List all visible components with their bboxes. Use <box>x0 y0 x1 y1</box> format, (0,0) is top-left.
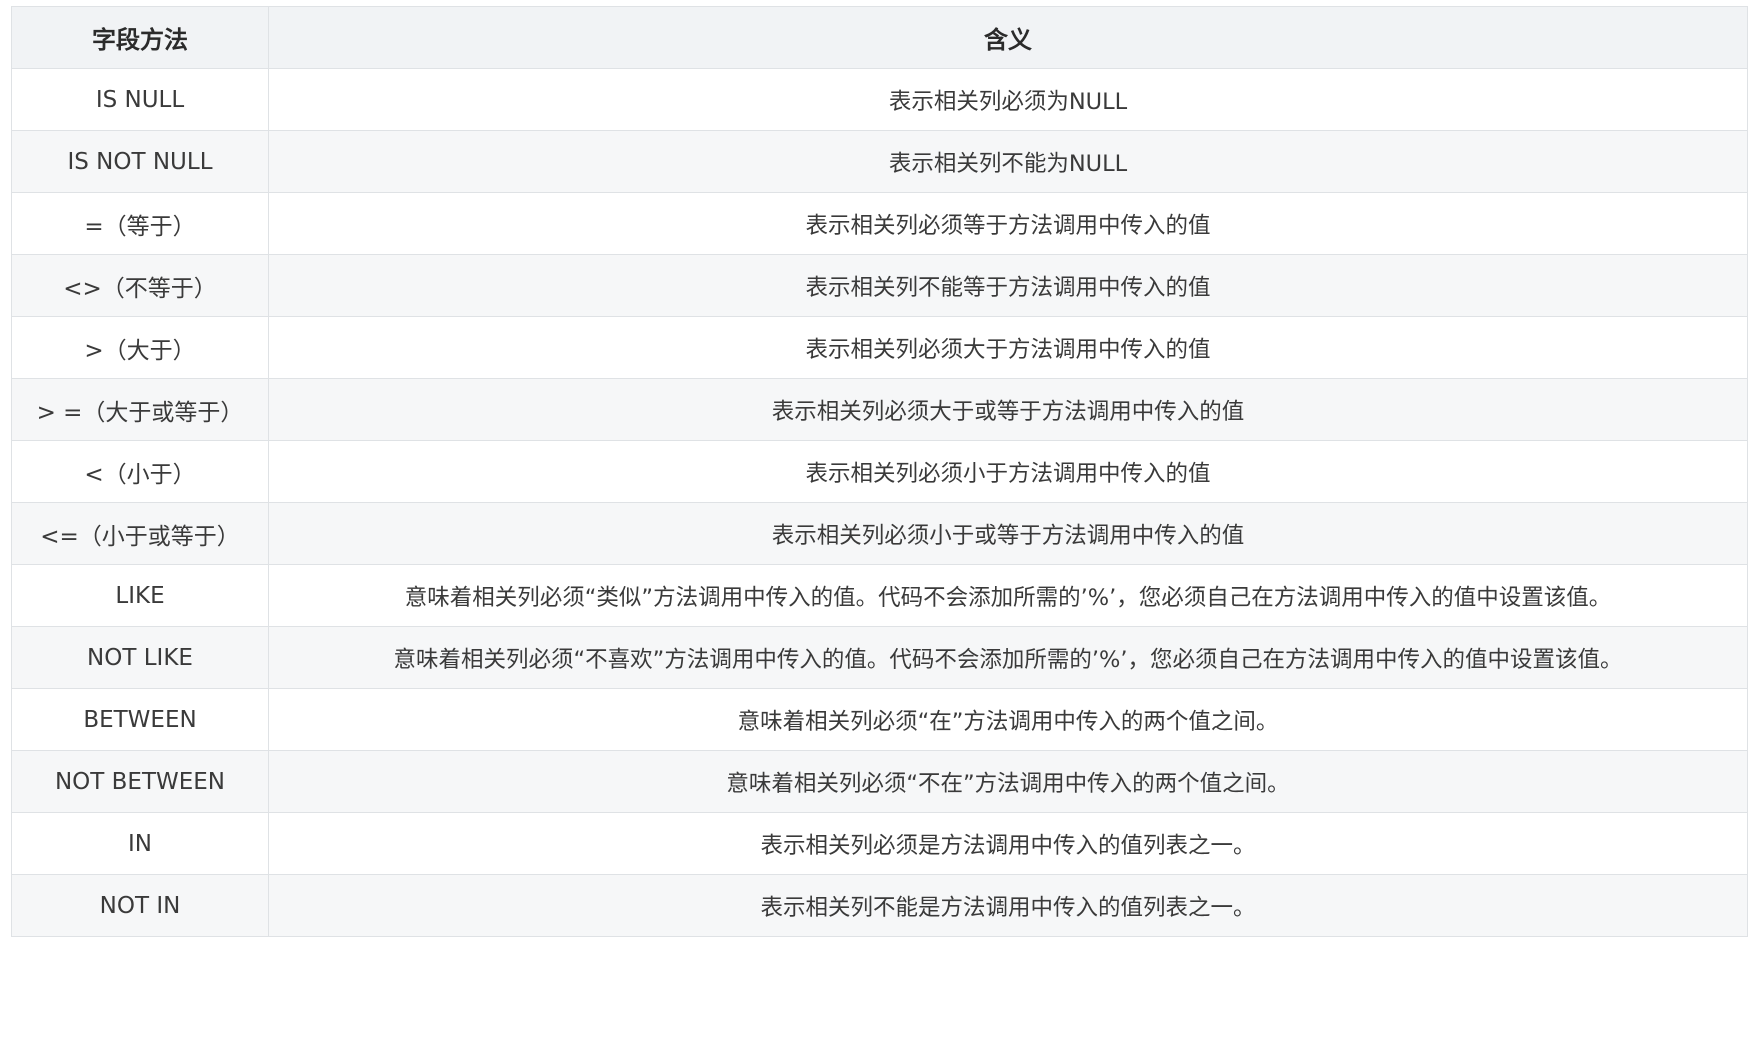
method-cell: <>（不等于） <box>11 254 269 317</box>
table-header: 字段方法 含义 <box>11 6 1748 69</box>
table-row: <>（不等于） 表示相关列不能等于方法调用中传入的值 <box>11 254 1748 317</box>
meaning-cell: 意味着相关列必须“类似”方法调用中传入的值。代码不会添加所需的’%’，您必须自己… <box>268 564 1748 627</box>
meaning-cell: 表示相关列必须大于或等于方法调用中传入的值 <box>268 378 1748 441</box>
meaning-cell: 表示相关列不能等于方法调用中传入的值 <box>268 254 1748 317</box>
method-cell: > =（大于或等于） <box>11 378 269 441</box>
table-row: NOT LIKE 意味着相关列必须“不喜欢”方法调用中传入的值。代码不会添加所需… <box>11 626 1748 689</box>
method-cell: IS NOT NULL <box>11 130 269 193</box>
meaning-cell: 表示相关列必须等于方法调用中传入的值 <box>268 192 1748 255</box>
table-row: NOT BETWEEN 意味着相关列必须“不在”方法调用中传入的两个值之间。 <box>11 750 1748 813</box>
meaning-cell: 表示相关列必须为NULL <box>268 68 1748 131</box>
method-cell: IN <box>11 812 269 875</box>
method-cell: <=（小于或等于） <box>11 502 269 565</box>
meaning-cell: 表示相关列必须小于或等于方法调用中传入的值 <box>268 502 1748 565</box>
meaning-cell: 意味着相关列必须“不在”方法调用中传入的两个值之间。 <box>268 750 1748 813</box>
header-row: 字段方法 含义 <box>11 6 1748 69</box>
table-row: <（小于） 表示相关列必须小于方法调用中传入的值 <box>11 440 1748 503</box>
table-row: <=（小于或等于） 表示相关列必须小于或等于方法调用中传入的值 <box>11 502 1748 565</box>
table-row: BETWEEN 意味着相关列必须“在”方法调用中传入的两个值之间。 <box>11 688 1748 751</box>
method-cell: NOT BETWEEN <box>11 750 269 813</box>
table-row: NOT IN 表示相关列不能是方法调用中传入的值列表之一。 <box>11 874 1748 937</box>
meaning-cell: 表示相关列不能为NULL <box>268 130 1748 193</box>
method-cell: =（等于） <box>11 192 269 255</box>
meaning-cell: 表示相关列必须大于方法调用中传入的值 <box>268 316 1748 379</box>
header-meaning: 含义 <box>268 6 1748 69</box>
methods-table: 字段方法 含义 IS NULL 表示相关列必须为NULL IS NOT NULL… <box>11 6 1748 937</box>
table-row: IS NULL 表示相关列必须为NULL <box>11 68 1748 131</box>
meaning-cell: 表示相关列必须小于方法调用中传入的值 <box>268 440 1748 503</box>
table-row: > =（大于或等于） 表示相关列必须大于或等于方法调用中传入的值 <box>11 378 1748 441</box>
method-cell: LIKE <box>11 564 269 627</box>
table-row: IN 表示相关列必须是方法调用中传入的值列表之一。 <box>11 812 1748 875</box>
methods-table-container: 字段方法 含义 IS NULL 表示相关列必须为NULL IS NOT NULL… <box>11 6 1748 937</box>
method-cell: <（小于） <box>11 440 269 503</box>
method-cell: NOT LIKE <box>11 626 269 689</box>
method-cell: NOT IN <box>11 874 269 937</box>
table-row: =（等于） 表示相关列必须等于方法调用中传入的值 <box>11 192 1748 255</box>
meaning-cell: 意味着相关列必须“不喜欢”方法调用中传入的值。代码不会添加所需的’%’，您必须自… <box>268 626 1748 689</box>
table-row: IS NOT NULL 表示相关列不能为NULL <box>11 130 1748 193</box>
method-cell: BETWEEN <box>11 688 269 751</box>
header-field-method: 字段方法 <box>11 6 269 69</box>
meaning-cell: 表示相关列必须是方法调用中传入的值列表之一。 <box>268 812 1748 875</box>
table-row: >（大于） 表示相关列必须大于方法调用中传入的值 <box>11 316 1748 379</box>
meaning-cell: 表示相关列不能是方法调用中传入的值列表之一。 <box>268 874 1748 937</box>
table-row: LIKE 意味着相关列必须“类似”方法调用中传入的值。代码不会添加所需的’%’，… <box>11 564 1748 627</box>
method-cell: IS NULL <box>11 68 269 131</box>
table-body: IS NULL 表示相关列必须为NULL IS NOT NULL 表示相关列不能… <box>11 68 1748 937</box>
method-cell: >（大于） <box>11 316 269 379</box>
meaning-cell: 意味着相关列必须“在”方法调用中传入的两个值之间。 <box>268 688 1748 751</box>
